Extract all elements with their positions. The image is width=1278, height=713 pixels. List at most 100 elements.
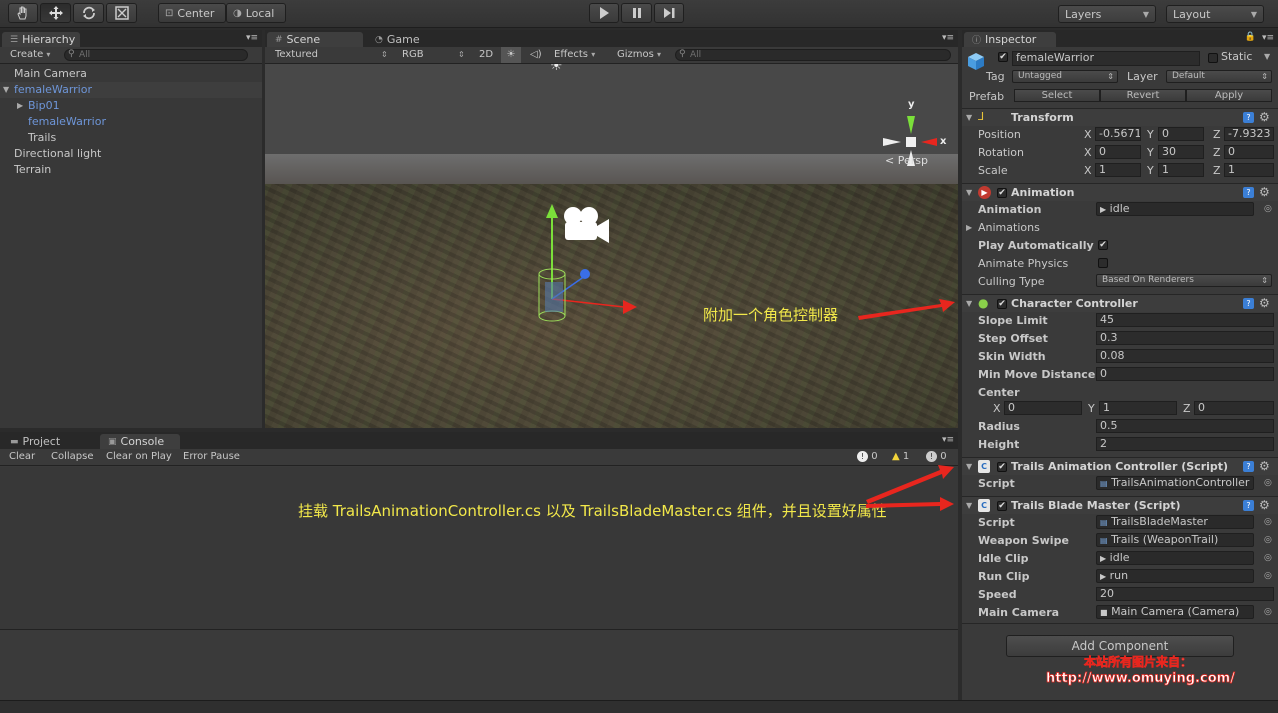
clear-on-play-toggle[interactable]: Clear on Play <box>106 451 172 462</box>
idle-clip-field[interactable]: ▶ idle <box>1096 551 1254 565</box>
character-controller-header[interactable]: ▼ ● ✔ Character Controller ? ⚙ <box>962 294 1278 312</box>
transform-header[interactable]: ▼ ⅃ Transform ? ⚙ <box>962 108 1278 126</box>
min-move-distance-field[interactable]: 0 <box>1096 367 1274 381</box>
scene-viewport[interactable]: ☀ y x < Persp 附加一个角色控制器 <box>265 64 958 428</box>
list-item[interactable]: Terrain <box>0 162 262 178</box>
tab-game[interactable]: ◔ Game <box>367 32 437 47</box>
effects-dropdown[interactable]: Effects ▾ <box>554 49 595 60</box>
help-icon[interactable]: ? <box>1243 500 1254 511</box>
prefab-revert-button[interactable]: Revert <box>1100 89 1186 102</box>
axis-z-label[interactable]: Z <box>1213 164 1221 177</box>
scene-search-input[interactable]: All <box>675 49 951 61</box>
speed-field[interactable]: 20 <box>1096 587 1274 601</box>
fold-closed-icon[interactable]: ▶ <box>17 98 23 114</box>
list-item[interactable]: ▶ Bip01 <box>0 98 262 114</box>
animations-row[interactable]: ▶ Animations <box>962 218 1278 236</box>
rotation-y-field[interactable]: 30 <box>1158 145 1204 159</box>
panel-menu-icon[interactable]: ▾≡ <box>942 33 954 43</box>
step-button[interactable] <box>654 3 684 23</box>
create-dropdown[interactable]: Create ▾ <box>10 49 50 60</box>
object-picker-icon[interactable]: ◎ <box>1264 571 1272 581</box>
animation-header[interactable]: ▼ ▶ ✔ Animation ? ⚙ <box>962 183 1278 201</box>
trails-blade-script-field[interactable]: ▤ TrailsBladeMaster <box>1096 515 1254 529</box>
layer-dropdown[interactable]: Default <box>1166 70 1272 83</box>
axis-y-label[interactable]: Y <box>1088 402 1095 415</box>
axis-x-label[interactable]: X <box>1084 164 1092 177</box>
position-z-field[interactable]: -7.9323 <box>1224 127 1274 141</box>
layout-dropdown[interactable]: Layout ▼ <box>1166 5 1264 23</box>
culling-type-dropdown[interactable]: Based On Renderers <box>1096 274 1272 287</box>
gear-icon[interactable]: ⚙ <box>1259 498 1270 512</box>
tab-console[interactable]: ▣ Console <box>100 434 180 449</box>
object-picker-icon[interactable]: ◎ <box>1264 478 1272 488</box>
scale-y-field[interactable]: 1 <box>1158 163 1204 177</box>
scale-z-field[interactable]: 1 <box>1224 163 1274 177</box>
axis-x-label[interactable]: X <box>993 402 1001 415</box>
scale-x-field[interactable]: 1 <box>1095 163 1141 177</box>
prefab-apply-button[interactable]: Apply <box>1186 89 1272 102</box>
fold-open-icon[interactable]: ▼ <box>966 299 972 308</box>
fold-open-icon[interactable]: ▼ <box>3 82 9 98</box>
trails-animation-script-field[interactable]: ▤ TrailsAnimationController <box>1096 476 1254 490</box>
list-item-selected[interactable]: ▼ femaleWarrior <box>0 82 262 98</box>
object-picker-icon[interactable]: ◎ <box>1264 204 1272 214</box>
layers-dropdown[interactable]: Layers ▼ <box>1058 5 1156 23</box>
help-icon[interactable]: ? <box>1243 187 1254 198</box>
panel-menu-icon[interactable]: ▾≡ <box>246 33 258 43</box>
animation-enabled-checkbox[interactable]: ✔ <box>997 188 1007 198</box>
pause-button[interactable] <box>621 3 652 23</box>
panel-menu-icon[interactable]: ▾≡ <box>942 435 954 445</box>
weapon-swipe-field[interactable]: ▤ Trails (WeaponTrail) <box>1096 533 1254 547</box>
scale-tool-button[interactable] <box>106 3 137 23</box>
radius-field[interactable]: 0.5 <box>1096 419 1274 433</box>
object-picker-icon[interactable]: ◎ <box>1264 607 1272 617</box>
hierarchy-search-input[interactable]: All <box>64 49 248 61</box>
fold-open-icon[interactable]: ▼ <box>966 501 972 510</box>
center-z-field[interactable]: 0 <box>1194 401 1274 415</box>
panel-menu-icon[interactable]: ▾≡ <box>1262 33 1274 43</box>
collapse-toggle[interactable]: Collapse <box>51 451 94 462</box>
render-mode-dropdown[interactable]: RGB <box>402 49 424 60</box>
mode-2d-toggle[interactable]: 2D <box>479 49 493 60</box>
axis-y-label[interactable]: Y <box>1147 146 1154 159</box>
main-camera-field[interactable]: ■ Main Camera (Camera) <box>1096 605 1254 619</box>
position-x-field[interactable]: -0.5671 <box>1095 127 1141 141</box>
rotation-x-field[interactable]: 0 <box>1095 145 1141 159</box>
skin-width-field[interactable]: 0.08 <box>1096 349 1274 363</box>
orientation-gizmo[interactable] <box>879 104 949 184</box>
tab-hierarchy[interactable]: ☰ Hierarchy <box>2 32 80 47</box>
gear-icon[interactable]: ⚙ <box>1259 459 1270 473</box>
object-picker-icon[interactable]: ◎ <box>1264 553 1272 563</box>
persp-label[interactable]: < Persp <box>885 154 928 167</box>
pivot-center-toggle[interactable]: ⊡ Center <box>158 3 226 23</box>
warning-count-toggle[interactable]: ▲ 1 <box>892 451 909 462</box>
help-icon[interactable]: ? <box>1243 298 1254 309</box>
object-picker-icon[interactable]: ◎ <box>1264 517 1272 527</box>
list-item[interactable]: femaleWarrior <box>0 114 262 130</box>
help-icon[interactable]: ? <box>1243 461 1254 472</box>
gizmos-dropdown[interactable]: Gizmos ▾ <box>617 49 661 60</box>
list-item[interactable]: Main Camera <box>0 66 262 82</box>
rotation-z-field[interactable]: 0 <box>1224 145 1274 159</box>
fold-open-icon[interactable]: ▼ <box>966 462 972 471</box>
axis-x-label[interactable]: X <box>1084 128 1092 141</box>
tab-project[interactable]: ▬ Project <box>2 434 96 449</box>
active-checkbox[interactable]: ✔ <box>998 52 1008 62</box>
axis-y-label[interactable]: Y <box>1147 164 1154 177</box>
prefab-select-button[interactable]: Select <box>1014 89 1100 102</box>
axis-z-label[interactable]: Z <box>1183 402 1191 415</box>
audio-toggle[interactable]: ◁) <box>530 49 542 60</box>
move-tool-button[interactable] <box>40 3 71 23</box>
trails-blade-enabled-checkbox[interactable]: ✔ <box>997 501 1007 511</box>
clear-button[interactable]: Clear <box>9 451 35 462</box>
step-offset-field[interactable]: 0.3 <box>1096 331 1274 345</box>
info-count-toggle[interactable]: ! 0 <box>857 451 878 462</box>
gear-icon[interactable]: ⚙ <box>1259 185 1270 199</box>
list-item[interactable]: Trails <box>0 130 262 146</box>
play-automatically-checkbox[interactable]: ✔ <box>1098 240 1108 250</box>
list-item[interactable]: Directional light <box>0 146 262 162</box>
animation-clip-field[interactable]: ▶ idle <box>1096 202 1254 216</box>
rotate-tool-button[interactable] <box>73 3 104 23</box>
character-move-gizmo[interactable] <box>527 204 647 334</box>
gear-icon[interactable]: ⚙ <box>1259 296 1270 310</box>
